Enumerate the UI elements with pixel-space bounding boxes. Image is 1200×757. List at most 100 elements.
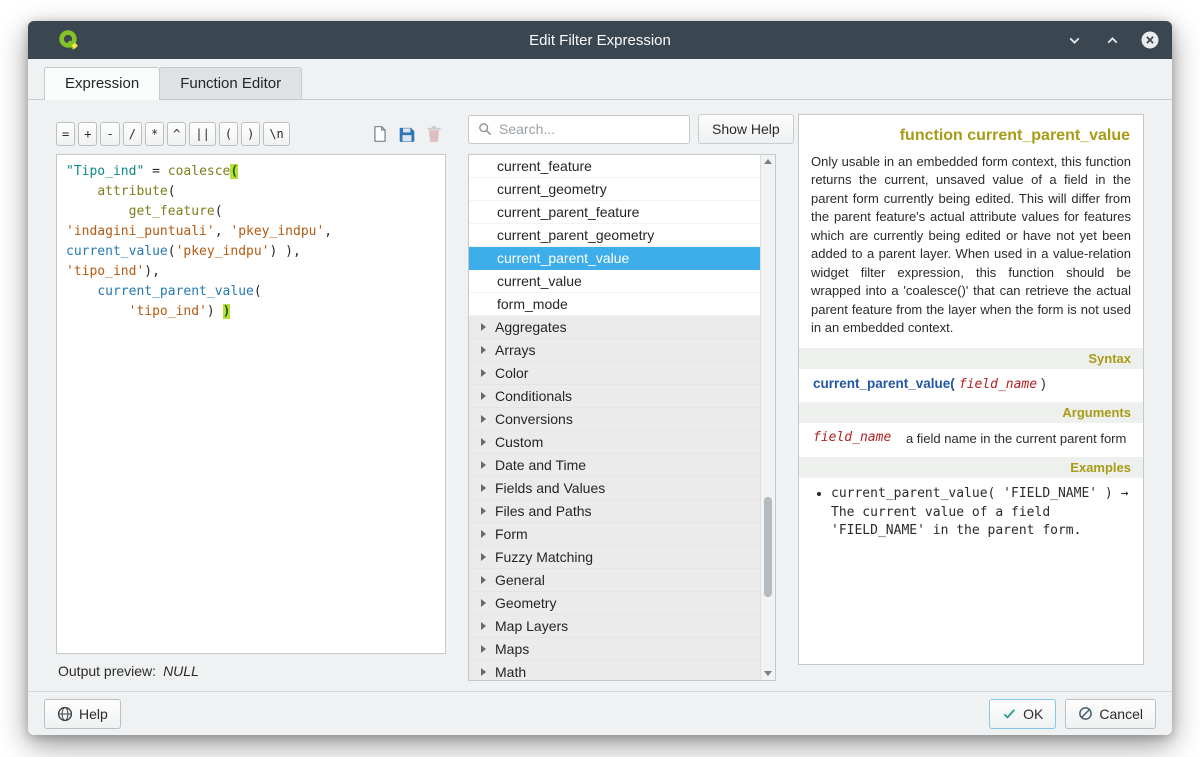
function-list-panel: current_featurecurrent_geometrycurrent_p… (468, 154, 776, 681)
operator-button-8[interactable]: ) (241, 122, 260, 146)
function-item-current_parent_geometry[interactable]: current_parent_geometry (469, 224, 760, 247)
output-preview-label: Output preview: (58, 663, 156, 679)
expand-arrow-icon[interactable] (481, 369, 486, 377)
function-item-fields-and-values[interactable]: Fields and Values (469, 477, 760, 500)
operator-button-7[interactable]: ( (219, 122, 238, 146)
scrollbar-thumb[interactable] (764, 497, 772, 597)
function-item-files-and-paths[interactable]: Files and Paths (469, 500, 760, 523)
function-item-label: current_feature (497, 158, 592, 174)
function-item-color[interactable]: Color (469, 362, 760, 385)
minimize-icon[interactable] (1064, 30, 1084, 50)
operator-button-2[interactable]: - (100, 122, 119, 146)
close-icon[interactable] (1140, 30, 1160, 50)
function-item-label: form_mode (497, 296, 568, 312)
function-item-label: Form (495, 526, 528, 542)
cancel-button[interactable]: Cancel (1065, 699, 1156, 729)
code-line-5: current_value('pkey_indpu') ), (66, 242, 436, 262)
operator-button-6[interactable]: || (189, 122, 215, 146)
function-item-general[interactable]: General (469, 569, 760, 592)
operator-toolbar: =+-/*^||()\n (56, 122, 446, 146)
expand-arrow-icon[interactable] (481, 484, 486, 492)
edit-filter-expression-dialog: Edit Filter Expression Expression Functi… (28, 21, 1172, 735)
function-item-current_value[interactable]: current_value (469, 270, 760, 293)
help-panel: function current_parent_value Only usabl… (798, 114, 1144, 665)
delete-expression-icon[interactable] (422, 122, 446, 146)
function-item-current_parent_value[interactable]: current_parent_value (469, 247, 760, 270)
dialog-content: =+-/*^||()\n "Tipo_ind" = coalesce( attr… (28, 100, 1172, 691)
arguments-header: Arguments (799, 402, 1143, 423)
function-item-label: Conditionals (495, 388, 572, 404)
function-item-custom[interactable]: Custom (469, 431, 760, 454)
operator-button-5[interactable]: ^ (167, 122, 186, 146)
function-item-label: Conversions (495, 411, 573, 427)
function-list: current_featurecurrent_geometrycurrent_p… (469, 155, 760, 680)
scrollbar-track[interactable] (761, 168, 775, 667)
function-list-scrollbar[interactable] (760, 155, 775, 680)
tab-expression[interactable]: Expression (44, 67, 160, 100)
code-line-4: 'indagini_puntuali', 'pkey_indpu', (66, 222, 436, 242)
expand-arrow-icon[interactable] (481, 461, 486, 469)
function-item-map-layers[interactable]: Map Layers (469, 615, 760, 638)
expand-arrow-icon[interactable] (481, 507, 486, 515)
expand-arrow-icon[interactable] (481, 668, 486, 676)
function-item-geometry[interactable]: Geometry (469, 592, 760, 615)
search-box[interactable] (468, 115, 690, 144)
expand-arrow-icon[interactable] (481, 323, 486, 331)
operator-button-1[interactable]: + (78, 122, 97, 146)
maximize-icon[interactable] (1102, 30, 1122, 50)
function-item-label: current_parent_value (497, 250, 629, 266)
expression-editor[interactable]: "Tipo_ind" = coalesce( attribute( get_fe… (56, 154, 446, 654)
search-input[interactable] (499, 121, 680, 137)
function-item-label: Color (495, 365, 528, 381)
function-item-conversions[interactable]: Conversions (469, 408, 760, 431)
argument-name: field_name (813, 430, 891, 448)
function-item-conditionals[interactable]: Conditionals (469, 385, 760, 408)
operator-button-n[interactable]: \n (263, 122, 289, 146)
function-item-form_mode[interactable]: form_mode (469, 293, 760, 316)
function-item-label: Aggregates (495, 319, 567, 335)
expand-arrow-icon[interactable] (481, 645, 486, 653)
function-item-form[interactable]: Form (469, 523, 760, 546)
expression-column: =+-/*^||()\n "Tipo_ind" = coalesce( attr… (56, 114, 446, 681)
operator-button-0[interactable]: = (56, 122, 75, 146)
function-item-current_geometry[interactable]: current_geometry (469, 178, 760, 201)
function-item-math[interactable]: Math (469, 661, 760, 680)
output-preview-value: NULL (163, 663, 199, 679)
expand-arrow-icon[interactable] (481, 392, 486, 400)
function-item-current_feature[interactable]: current_feature (469, 155, 760, 178)
expand-arrow-icon[interactable] (481, 576, 486, 584)
function-item-maps[interactable]: Maps (469, 638, 760, 661)
expand-arrow-icon[interactable] (481, 599, 486, 607)
function-item-label: Math (495, 664, 526, 680)
function-item-aggregates[interactable]: Aggregates (469, 316, 760, 339)
function-item-label: current_parent_geometry (497, 227, 654, 243)
scroll-down-icon[interactable] (764, 671, 772, 676)
expand-arrow-icon[interactable] (481, 622, 486, 630)
expand-arrow-icon[interactable] (481, 530, 486, 538)
function-item-current_parent_feature[interactable]: current_parent_feature (469, 201, 760, 224)
new-expression-icon[interactable] (368, 122, 392, 146)
show-help-button[interactable]: Show Help (698, 114, 794, 144)
tab-function-editor[interactable]: Function Editor (159, 67, 302, 99)
function-item-date-and-time[interactable]: Date and Time (469, 454, 760, 477)
save-expression-icon[interactable] (395, 122, 419, 146)
qgis-logo-icon (56, 27, 82, 53)
function-list-column: Show Help current_featurecurrent_geometr… (468, 114, 776, 681)
example-item: current_parent_value( 'FIELD_NAME' ) → T… (831, 485, 1131, 540)
titlebar[interactable]: Edit Filter Expression (28, 21, 1172, 59)
expand-arrow-icon[interactable] (481, 438, 486, 446)
dialog-footer: Help OK Cancel (28, 691, 1172, 735)
ok-button[interactable]: OK (989, 699, 1056, 729)
function-item-label: Geometry (495, 595, 556, 611)
scroll-up-icon[interactable] (764, 159, 772, 164)
function-item-fuzzy-matching[interactable]: Fuzzy Matching (469, 546, 760, 569)
expand-arrow-icon[interactable] (481, 346, 486, 354)
help-button[interactable]: Help (44, 699, 121, 729)
operator-button-4[interactable]: * (145, 122, 164, 146)
function-item-arrays[interactable]: Arrays (469, 339, 760, 362)
operator-button-3[interactable]: / (123, 122, 142, 146)
argument-row: field_namea field name in the current pa… (813, 430, 1129, 448)
function-item-label: General (495, 572, 545, 588)
expand-arrow-icon[interactable] (481, 553, 486, 561)
expand-arrow-icon[interactable] (481, 415, 486, 423)
